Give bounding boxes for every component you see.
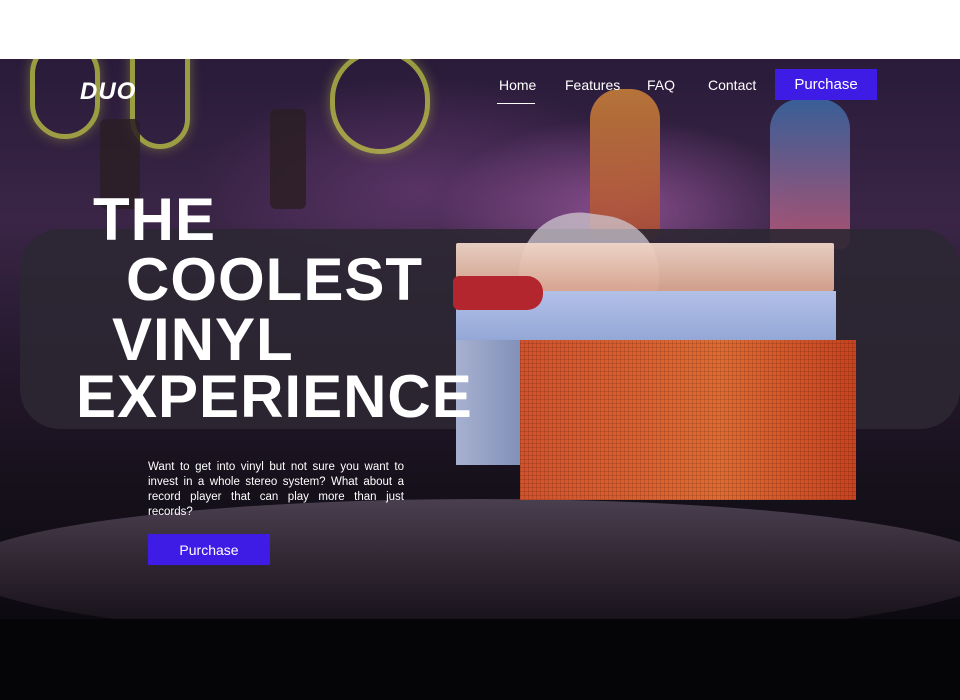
nav-faq[interactable]: FAQ — [647, 77, 675, 93]
hero-description: Want to get into vinyl but not sure you … — [148, 461, 404, 518]
headline-line-3: VINYL — [112, 306, 294, 373]
toy-figure — [270, 109, 306, 209]
speaker-grille — [520, 340, 856, 500]
tonearm-knob — [453, 276, 543, 310]
nav-active-indicator — [497, 103, 535, 104]
headline-line-4: EXPERIENCE — [76, 363, 473, 430]
nav-contact[interactable]: Contact — [708, 77, 756, 93]
table-shadow — [0, 619, 960, 700]
nav-purchase-button[interactable]: Purchase — [775, 69, 877, 100]
table — [0, 499, 960, 639]
brand-logo[interactable]: DUO — [80, 78, 136, 106]
hero-purchase-button[interactable]: Purchase — [148, 534, 270, 565]
nav-home[interactable]: Home — [499, 77, 536, 93]
neon-sign-decoration — [330, 59, 430, 154]
headline-line-2: COOLEST — [126, 246, 424, 313]
headline-line-1: THE — [93, 186, 216, 253]
poster-decoration — [770, 99, 850, 249]
nav-features[interactable]: Features — [565, 77, 620, 93]
